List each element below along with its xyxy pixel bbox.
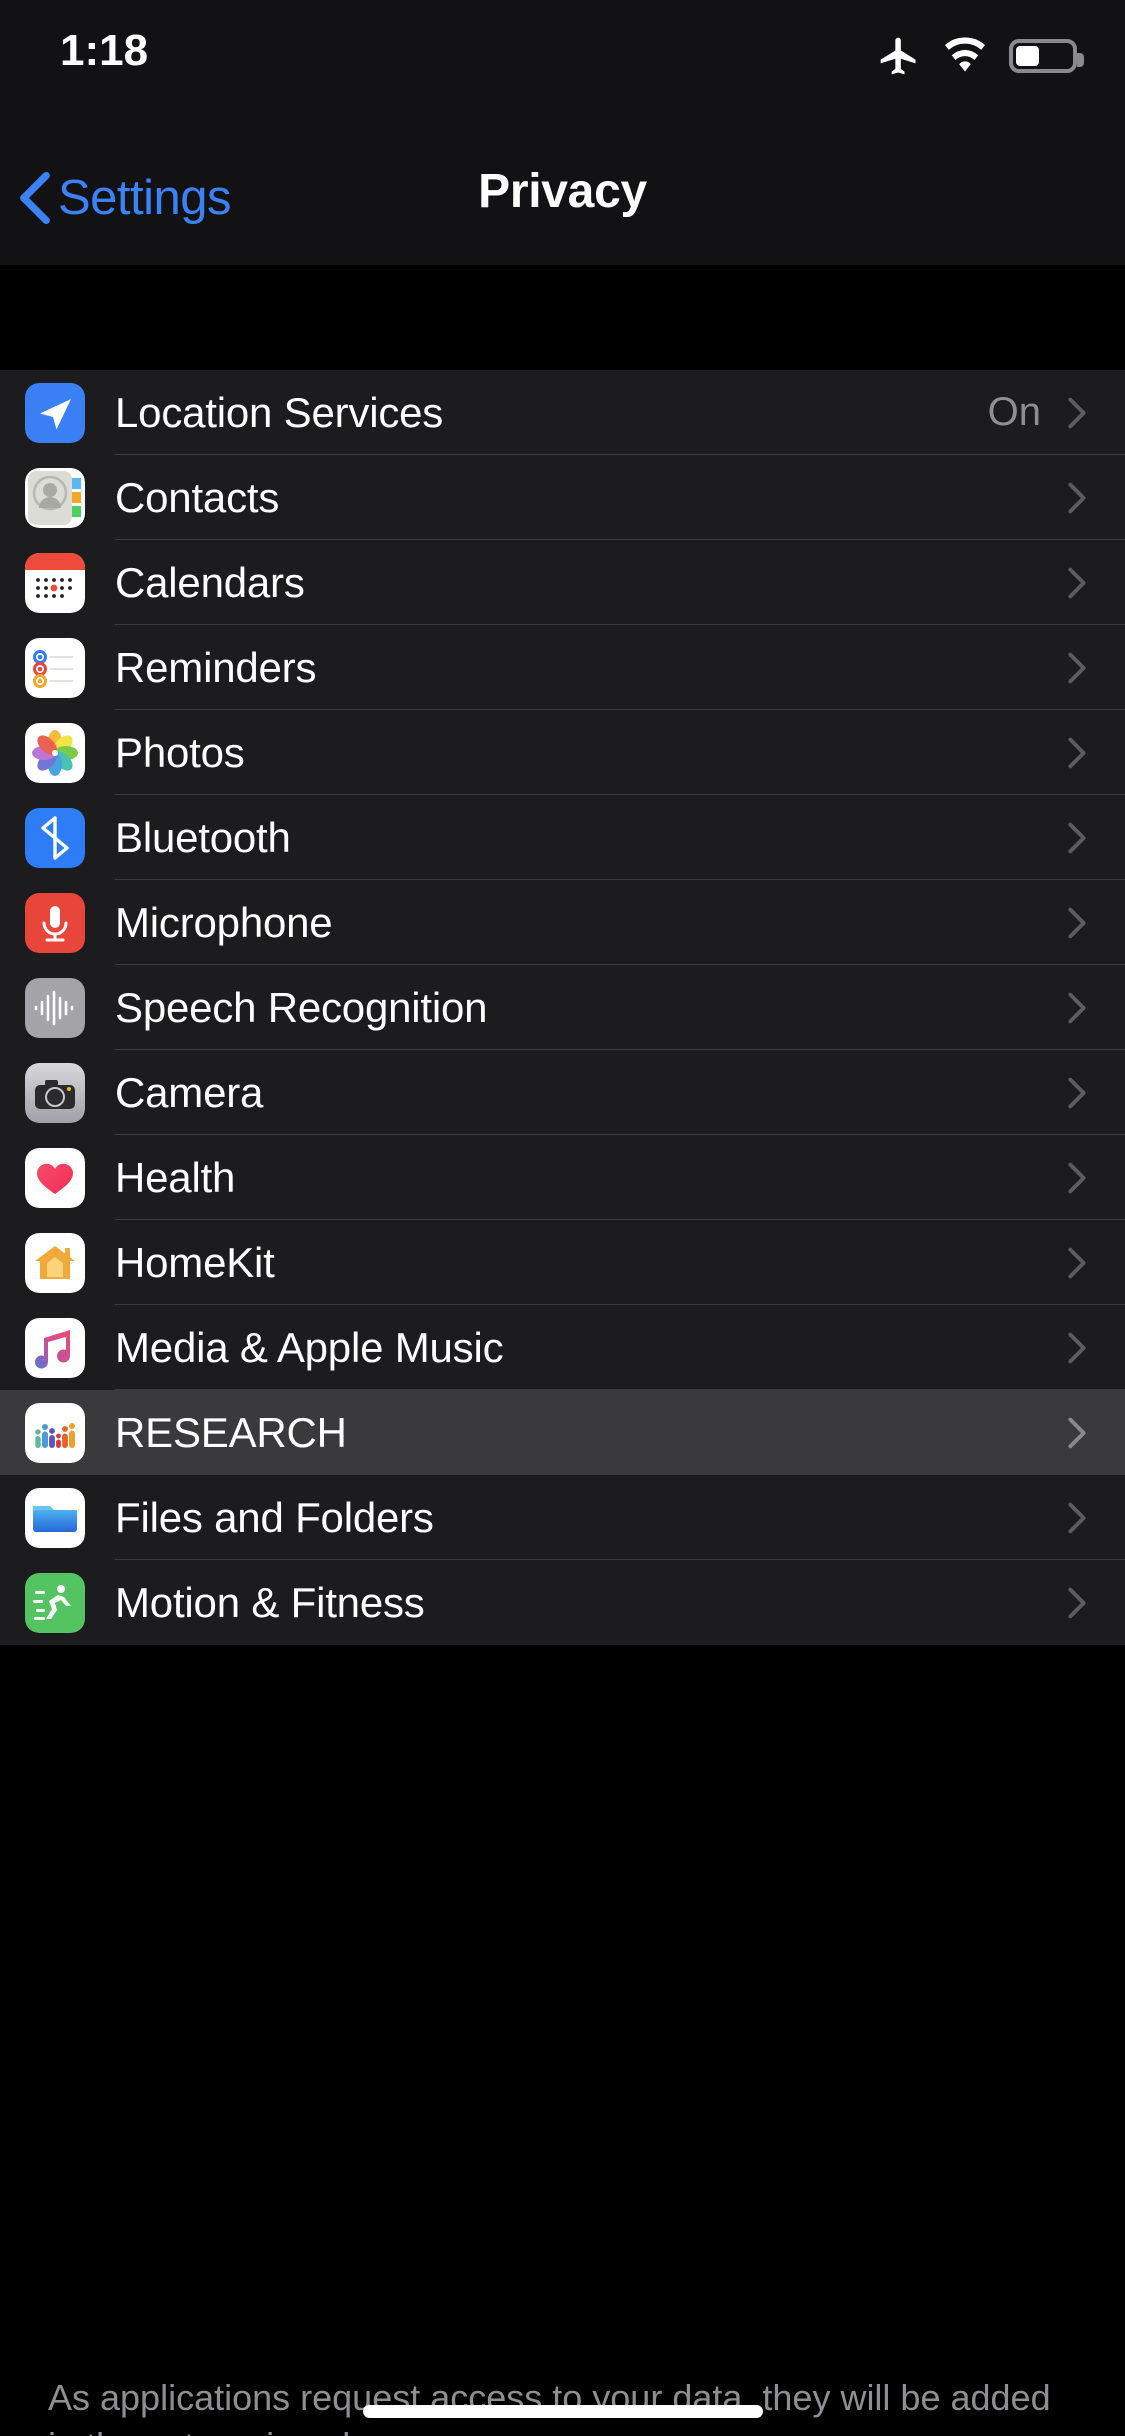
chevron-right-icon <box>1067 735 1087 771</box>
list-item-label: Photos <box>115 728 245 776</box>
chevron-right-icon <box>1067 395 1087 431</box>
list-item-accessory <box>1041 565 1125 601</box>
list-item-label: RESEARCH <box>115 1408 347 1456</box>
photos-icon <box>25 722 85 783</box>
list-item-value: On <box>987 390 1041 434</box>
list-item-accessory <box>1041 1160 1125 1196</box>
chevron-right-icon <box>1067 1160 1087 1196</box>
microphone-icon <box>25 892 85 953</box>
list-item-label: Microphone <box>115 898 333 946</box>
list-item-accessory <box>1041 1075 1125 1111</box>
media-apple-music-icon <box>25 1317 85 1378</box>
calendar-icon <box>25 552 85 613</box>
chevron-right-icon <box>1067 1075 1087 1111</box>
home-indicator[interactable] <box>362 2405 763 2418</box>
chevron-right-icon <box>1067 820 1087 856</box>
list-item[interactable]: Photos <box>0 710 1125 795</box>
list-item[interactable]: Camera <box>0 1050 1125 1135</box>
battery-icon <box>1009 39 1084 73</box>
list-item-label: HomeKit <box>115 1238 275 1286</box>
chevron-right-icon <box>1067 990 1087 1026</box>
location-services-icon <box>25 382 85 443</box>
files-folders-icon <box>25 1487 85 1548</box>
list-item-accessory <box>1041 1330 1125 1366</box>
camera-icon <box>25 1062 85 1123</box>
footer-section: As applications request access to your d… <box>0 2348 1125 2436</box>
list-item-label: Calendars <box>115 558 305 606</box>
health-icon <box>25 1147 85 1208</box>
bluetooth-icon <box>25 807 85 868</box>
list-item-label: Bluetooth <box>115 813 291 861</box>
list-item-accessory <box>1041 1415 1125 1451</box>
list-item-label: Motion & Fitness <box>115 1578 425 1626</box>
list-item-label: Contacts <box>115 473 280 521</box>
list-item[interactable]: Bluetooth <box>0 795 1125 880</box>
list-item[interactable]: RESEARCH <box>0 1390 1125 1475</box>
navigation-bar: Settings Privacy <box>0 132 1125 265</box>
chevron-right-icon <box>1067 905 1087 941</box>
list-item-label: Reminders <box>115 643 317 691</box>
list-item-label: Media & Apple Music <box>115 1323 504 1371</box>
airplane-mode-icon <box>877 34 921 78</box>
list-item[interactable]: Location Services On <box>0 370 1125 455</box>
status-bar-indicators <box>877 34 1084 78</box>
list-item[interactable]: Motion & Fitness <box>0 1560 1125 1645</box>
chevron-right-icon <box>1067 1245 1087 1281</box>
list-item[interactable]: Speech Recognition <box>0 965 1125 1050</box>
chevron-right-icon <box>1067 565 1087 601</box>
list-item-accessory <box>1041 820 1125 856</box>
list-item[interactable]: Contacts <box>0 455 1125 540</box>
list-item[interactable]: Reminders <box>0 625 1125 710</box>
footer-description: As applications request access to your d… <box>48 2377 1051 2436</box>
page-title: Privacy <box>478 165 647 218</box>
chevron-right-icon <box>1067 480 1087 516</box>
list-item-label: Speech Recognition <box>115 983 488 1031</box>
list-item-accessory <box>1041 480 1125 516</box>
status-bar: 1:18 <box>0 0 1125 132</box>
reminders-icon <box>25 637 85 698</box>
list-item-accessory <box>1041 905 1125 941</box>
chevron-right-icon <box>1067 1415 1087 1451</box>
wifi-icon <box>943 36 987 76</box>
list-item[interactable]: Media & Apple Music <box>0 1305 1125 1390</box>
chevron-right-icon <box>1067 1500 1087 1536</box>
homekit-icon <box>25 1232 85 1293</box>
list-item-accessory <box>1041 990 1125 1026</box>
privacy-settings-list: Location Services On Contacts Calendars … <box>0 370 1125 1645</box>
list-item-label: Files and Folders <box>115 1493 434 1541</box>
list-item-label: Camera <box>115 1068 264 1116</box>
list-item-accessory: On <box>988 390 1125 435</box>
section-gap <box>0 265 1125 370</box>
list-item[interactable]: Health <box>0 1135 1125 1220</box>
list-item[interactable]: Calendars <box>0 540 1125 625</box>
list-item-accessory <box>1041 650 1125 686</box>
list-item[interactable]: HomeKit <box>0 1220 1125 1305</box>
list-item[interactable]: Microphone <box>0 880 1125 965</box>
list-item-accessory <box>1041 735 1125 771</box>
list-item-accessory <box>1041 1500 1125 1536</box>
list-item-accessory <box>1041 1245 1125 1281</box>
list-item-accessory <box>1041 1585 1125 1621</box>
research-icon <box>25 1402 85 1463</box>
status-bar-time: 1:18 <box>60 26 149 75</box>
chevron-right-icon <box>1067 1330 1087 1366</box>
list-item[interactable]: Files and Folders <box>0 1475 1125 1560</box>
chevron-right-icon <box>1067 650 1087 686</box>
list-item-label: Location Services <box>115 388 444 436</box>
contacts-icon <box>25 467 85 528</box>
list-item-label: Health <box>115 1153 236 1201</box>
speech-recognition-icon <box>25 977 85 1038</box>
motion-fitness-icon <box>25 1572 85 1633</box>
chevron-right-icon <box>1067 1585 1087 1621</box>
iphone-screen: 1:18 Settings Privacy Location Services … <box>0 0 1125 2436</box>
